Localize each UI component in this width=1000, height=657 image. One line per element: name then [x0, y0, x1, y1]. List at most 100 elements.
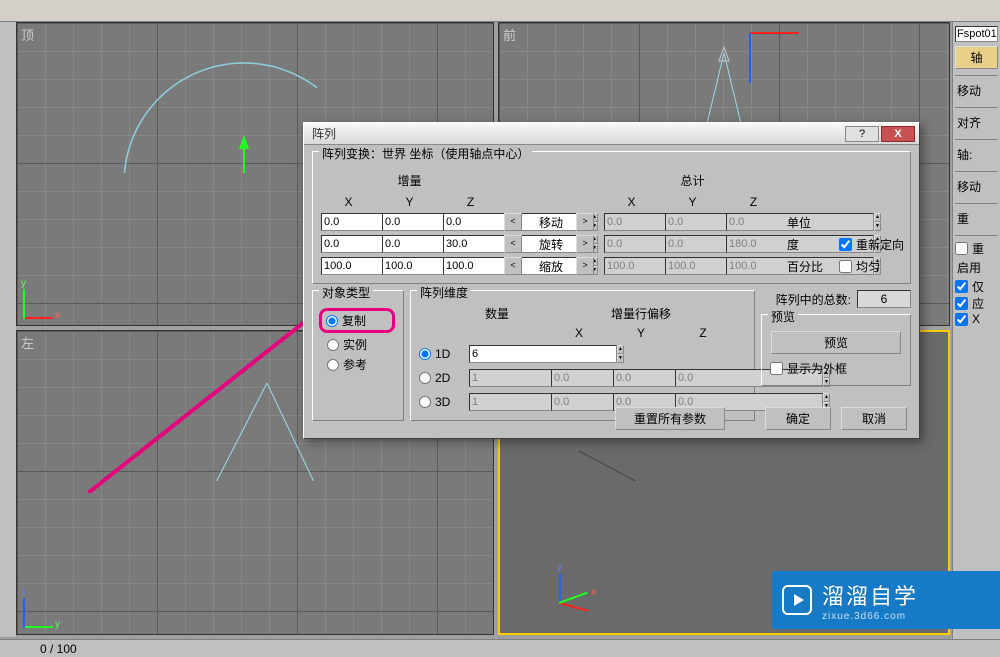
axis-gizmo: z x — [559, 554, 609, 604]
move-tz-spinner: ▲▼ — [726, 213, 781, 231]
scale-right-arrow[interactable]: > — [576, 257, 594, 275]
move-unit: 单位 — [787, 214, 833, 231]
align-section: 对齐 — [955, 112, 998, 133]
left-tool-strip — [0, 22, 16, 637]
rotate-ty-spinner: ▲▼ — [665, 235, 720, 253]
rotate-right-arrow[interactable]: > — [576, 235, 594, 253]
rotate-tx-spinner: ▲▼ — [604, 235, 659, 253]
3d-x: ▲▼ — [551, 393, 607, 411]
object-name-field[interactable]: Fspot01 — [955, 26, 998, 42]
object-type-group: 对象类型 复制 实例 参考 — [312, 290, 404, 421]
command-panel: Fspot01 轴 移动 对齐 轴: 移动 重 重 启用 仅 应 X — [952, 22, 1000, 657]
dims-title: 阵列维度 — [417, 284, 471, 301]
preview-group: 预览 预览 显示为外框 — [761, 314, 911, 386]
2d-y: ▲▼ — [613, 369, 669, 387]
scale-ty-spinner: ▲▼ — [665, 257, 720, 275]
axis-gizmo: y z — [23, 578, 73, 628]
scale-ix-spinner[interactable]: ▲▼ — [321, 257, 376, 275]
panel-chk3[interactable]: X — [955, 312, 998, 326]
close-button[interactable]: X — [881, 126, 915, 142]
x-header-t: X — [604, 195, 659, 209]
move-label: 移动 — [532, 214, 570, 231]
rotate-tz-spinner: ▲▼ — [726, 235, 781, 253]
reset-button[interactable]: 重置所有参数 — [615, 407, 725, 430]
move-tx-spinner: ▲▼ — [604, 213, 659, 231]
y-header-t: Y — [665, 195, 720, 209]
3d-radio[interactable]: 3D — [419, 395, 463, 409]
viewport-left-content — [17, 331, 317, 481]
2d-x: ▲▼ — [551, 369, 607, 387]
2d-radio[interactable]: 2D — [419, 371, 463, 385]
viewport-label: 左 — [21, 333, 34, 352]
array-dialog: 阵列 ? X 阵列变换：世界 坐标（使用轴点中心） 增量 总计 X Y Z X … — [303, 122, 920, 439]
ok-button[interactable]: 确定 — [765, 407, 831, 430]
dialog-title: 阵列 — [308, 125, 843, 142]
status-bar: 0 / 100 — [0, 639, 1000, 657]
help-button[interactable]: ? — [845, 126, 879, 142]
scale-iy-spinner[interactable]: ▲▼ — [382, 257, 437, 275]
rotate-iz-spinner[interactable]: ▲▼ — [443, 235, 498, 253]
panel-chk1[interactable]: 仅 — [955, 278, 998, 295]
scale-left-arrow[interactable]: < — [504, 257, 522, 275]
reference-radio[interactable]: 参考 — [321, 356, 395, 373]
totals-label: 总计 — [680, 174, 704, 188]
preview-title: 预览 — [768, 308, 798, 325]
reorient-checkbox[interactable]: 重新定向 — [839, 236, 909, 253]
array-transform-group: 阵列变换：世界 坐标（使用轴点中心） 增量 总计 X Y Z X Y Z ▲▼ … — [312, 151, 911, 284]
z-header: Z — [443, 195, 498, 209]
z-header-t: Z — [726, 195, 781, 209]
reset-section: 重 — [955, 208, 998, 229]
1d-radio[interactable]: 1D — [419, 347, 463, 361]
rotate-left-arrow[interactable]: < — [504, 235, 522, 253]
row-offset-header: 增量行偏移 — [551, 305, 731, 322]
array-dimensions-group: 阵列维度 数量 增量行偏移 X Y Z 1D ▲▼ 2D ▲▼ ▲ — [410, 290, 755, 421]
instance-radio[interactable]: 实例 — [321, 336, 395, 353]
preview-button[interactable]: 预览 — [771, 331, 901, 354]
move-ix-spinner[interactable]: ▲▼ — [321, 213, 376, 231]
object-type-title: 对象类型 — [319, 284, 373, 301]
main-toolbar — [0, 0, 1000, 22]
move-iz-spinner[interactable]: ▲▼ — [443, 213, 498, 231]
watermark-main: 溜溜自学 — [822, 579, 918, 611]
scale-tx-spinner: ▲▼ — [604, 257, 659, 275]
viewport-label: 顶 — [21, 25, 34, 44]
rotate-iy-spinner[interactable]: ▲▼ — [382, 235, 437, 253]
enable-section: 启用 — [955, 257, 998, 278]
copy-radio[interactable]: 复制 — [319, 308, 395, 333]
display-bbox-checkbox[interactable]: 显示为外框 — [770, 360, 902, 377]
scale-iz-spinner[interactable]: ▲▼ — [443, 257, 498, 275]
dims-x: X — [551, 326, 607, 340]
2d-count: ▲▼ — [469, 369, 525, 387]
move-ty-spinner: ▲▼ — [665, 213, 720, 231]
1d-count[interactable]: ▲▼ — [469, 345, 525, 363]
rotate-ix-spinner[interactable]: ▲▼ — [321, 235, 376, 253]
frame-counter: 0 / 100 — [40, 642, 77, 656]
x-header: X — [321, 195, 376, 209]
incremental-label: 增量 — [397, 174, 421, 188]
watermark-sub: zixue.3d66.com — [822, 611, 918, 622]
panel-chk0[interactable]: 重 — [955, 240, 998, 257]
play-icon — [782, 585, 812, 615]
move-iy-spinner[interactable]: ▲▼ — [382, 213, 437, 231]
panel-chk2[interactable]: 应 — [955, 295, 998, 312]
total-count: 阵列中的总数: 6 — [761, 290, 911, 308]
axis-button[interactable]: 轴 — [955, 46, 998, 69]
axis-gizmo: x y — [23, 269, 73, 319]
move2-section: 移动 — [955, 176, 998, 197]
cancel-button[interactable]: 取消 — [841, 407, 907, 430]
count-header: 数量 — [469, 305, 525, 322]
3d-count: ▲▼ — [469, 393, 525, 411]
dialog-titlebar[interactable]: 阵列 ? X — [304, 123, 919, 145]
transform-group-title: 阵列变换：世界 坐标（使用轴点中心） — [319, 145, 532, 162]
move-left-arrow[interactable]: < — [504, 213, 522, 231]
dims-y: Y — [613, 326, 669, 340]
watermark: 溜溜自学 zixue.3d66.com — [772, 571, 1000, 629]
y-header: Y — [382, 195, 437, 209]
axis-section: 轴: — [955, 144, 998, 165]
rotate-label: 旋转 — [532, 236, 570, 253]
move-right-arrow[interactable]: > — [576, 213, 594, 231]
uniform-checkbox[interactable]: 均匀 — [839, 258, 909, 275]
rotate-unit: 度 — [787, 236, 833, 253]
dims-z: Z — [675, 326, 731, 340]
viewport-top-content — [17, 23, 317, 173]
